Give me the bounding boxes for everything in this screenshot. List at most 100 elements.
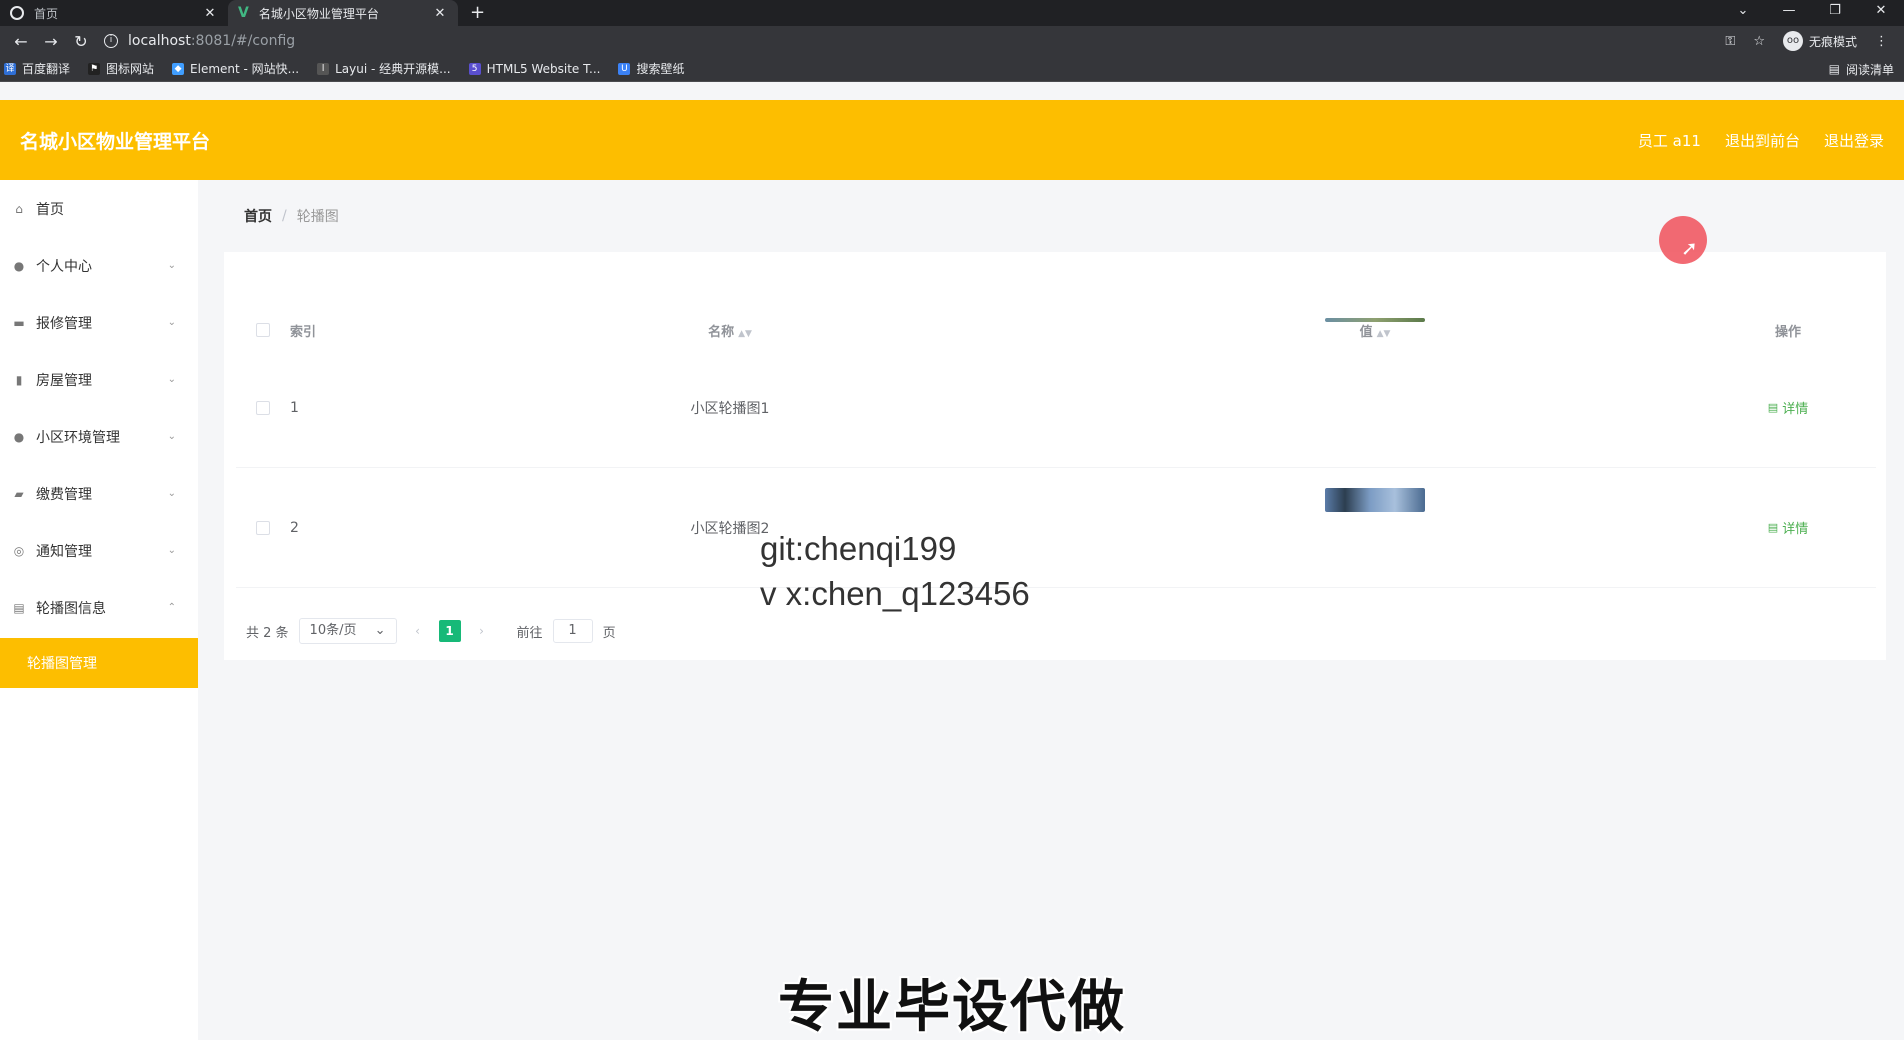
globe-icon [10,6,24,20]
row-index: 1 [290,399,299,416]
key-icon[interactable]: ⚿ [1725,34,1735,49]
browser-tab-app[interactable]: V 名城小区物业管理平台 ✕ [228,0,458,26]
window-controls: ⌄ — ❐ ✕ [1720,0,1904,26]
exit-to-frontend-link[interactable]: 退出到前台 [1725,130,1800,151]
sidebar-item-housing[interactable]: ▮ 房屋管理 ⌄ [0,351,198,408]
close-icon[interactable]: ✕ [432,6,448,21]
new-tab-button[interactable]: + [458,0,497,26]
chevron-down-icon: ⌄ [167,431,176,442]
column-header-label: 名称 [708,324,735,340]
logout-link[interactable]: 退出登录 [1824,130,1884,151]
url-host: localhost [128,33,191,49]
pagination: 共 2 条 10条/页 ⌄ ‹ 1 › 前往 1 页 [246,618,616,644]
prev-page-button[interactable]: ‹ [407,620,429,642]
vue-icon: V [238,5,249,21]
browser-tab-strip: 首页 ✕ V 名城小区物业管理平台 ✕ + ⌄ — ❐ ✕ [0,0,1904,26]
url-input[interactable]: i localhost:8081/#/config [104,28,1725,54]
reading-list-icon: ▤ [1828,62,1840,76]
close-icon[interactable]: ✕ [202,6,218,21]
chevron-down-icon: ⌄ [374,623,386,638]
carousel-table: 索引 名称 ▲▼ 值 ▲▼ 操作 1 小区轮播图1 ▤ 详情 2 小区轮播图2 ▤ 详情 [236,312,1876,588]
home-icon: ⌂ [15,201,23,216]
sidebar-item-notice[interactable]: ◎ 通知管理 ⌄ [0,522,198,579]
browser-tab-home[interactable]: 首页 ✕ [0,0,228,26]
document-icon: ▤ [1767,521,1779,534]
bookmark-item[interactable]: 译百度翻译 [4,60,70,77]
goto-page-input[interactable]: 1 [552,619,593,643]
detail-button[interactable]: ▤ 详情 [1768,518,1808,537]
incognito-icon: oo [1782,31,1803,51]
bookmark-item[interactable]: l Layui - 经典开源模... [317,60,451,77]
column-header-value[interactable]: 值 ▲▼ [1050,321,1700,340]
bookmark-label: HTML5 Website T... [486,61,601,76]
page-number-current[interactable]: 1 [438,620,461,642]
sort-icon[interactable]: ▲▼ [1377,329,1391,339]
page-size-select[interactable]: 10条/页 ⌄ [298,618,397,644]
wallpaper-icon: U [618,62,631,75]
bookmark-item[interactable]: U 搜索壁纸 [618,60,684,77]
column-header-name[interactable]: 名称 ▲▼ [410,321,1050,340]
sidebar: ⌂ 首页 ● 个人中心 ⌄ ▬ 报修管理 ⌄ ▮ 房屋管理 ⌄ ● 小区环境管理… [0,180,198,1040]
tab-search-icon[interactable]: ⌄ [1720,0,1766,26]
carousel-thumbnail [1325,317,1425,322]
sidebar-item-label: 报修管理 [36,315,92,332]
chevron-down-icon: ⌄ [167,317,176,328]
user-icon: ● [13,258,25,273]
select-all-checkbox[interactable] [256,323,270,337]
reading-list-button[interactable]: ▤ 阅读清单 [1829,56,1894,82]
info-icon[interactable]: i [104,34,118,48]
table-row: 2 小区轮播图2 ▤ 详情 [236,468,1876,588]
detail-label: 详情 [1782,402,1809,417]
sort-icon[interactable]: ▲▼ [738,329,752,339]
sidebar-item-home[interactable]: ⌂ 首页 [0,180,198,237]
column-header-action: 操作 [1774,324,1801,340]
page-size-value: 10条/页 [309,623,357,638]
restore-button[interactable]: ❐ [1812,0,1858,26]
back-button[interactable]: ← [6,32,36,51]
row-index: 2 [290,519,299,536]
incognito-indicator[interactable]: oo 无痕模式 [1782,31,1857,51]
incognito-label: 无痕模式 [1808,34,1857,49]
layui-icon: l [317,62,330,75]
detail-button[interactable]: ▤ 详情 [1768,398,1808,417]
sidebar-item-label: 个人中心 [36,258,92,275]
sidebar-item-personal-center[interactable]: ● 个人中心 ⌄ [0,237,198,294]
star-icon[interactable]: ☆ [1753,34,1765,49]
row-checkbox[interactable] [256,400,270,415]
bookmark-item[interactable]: 5 HTML5 Website T... [468,61,601,76]
sidebar-item-environment[interactable]: ● 小区环境管理 ⌄ [0,408,198,465]
row-checkbox[interactable] [256,520,270,535]
pagination-total: 共 2 条 [246,625,289,641]
next-page-button[interactable]: › [471,620,493,642]
sidebar-item-label: 房屋管理 [36,372,92,389]
document-icon: ▤ [13,600,25,615]
person-icon: ● [13,429,25,444]
tab-title: 名城小区物业管理平台 [258,6,379,21]
table-header: 索引 名称 ▲▼ 值 ▲▼ 操作 [236,312,1876,348]
minimize-button[interactable]: — [1766,0,1812,26]
tab-title: 首页 [34,6,59,21]
sidebar-item-repair[interactable]: ▬ 报修管理 ⌄ [0,294,198,351]
reload-button[interactable]: ↻ [66,32,96,51]
column-header-index: 索引 [290,324,317,340]
carousel-thumbnail [1325,487,1425,512]
watermark-text: git:chenqi199 v x:chen_q123456 [760,526,1030,616]
bookmark-item[interactable]: ⚑ 图标网站 [88,60,154,77]
html5-icon: 5 [468,62,481,75]
sidebar-item-payment[interactable]: ▰ 缴费管理 ⌄ [0,465,198,522]
forward-button[interactable]: → [36,32,66,51]
more-menu-icon[interactable]: ⋮ [1875,34,1888,49]
bookmarks-bar: 译百度翻译 ⚑ 图标网站 ◆ Element - 网站快... l Layui - 经… [0,56,1904,82]
bookmark-item[interactable]: ◆ Element - 网站快... [172,60,299,77]
bookmark-label: Layui - 经典开源模... [335,62,451,76]
sidebar-subitem-carousel-manage[interactable]: 轮播图管理 [0,638,198,688]
breadcrumb-home[interactable]: 首页 [244,206,272,226]
table-row: 1 小区轮播图1 ▤ 详情 [236,317,1876,468]
close-window-button[interactable]: ✕ [1858,0,1904,26]
watermark-line: v x:chen_q123456 [760,575,1030,612]
breadcrumb-separator: / [282,208,287,224]
compass-icon: ◎ [13,543,25,558]
sidebar-item-carousel-info[interactable]: ▤ 轮播图信息 ⌃ [0,579,198,636]
app-header: 名城小区物业管理平台 员工 a11 退出到前台 退出登录 [0,100,1904,180]
reading-list-label: 阅读清单 [1845,62,1894,77]
